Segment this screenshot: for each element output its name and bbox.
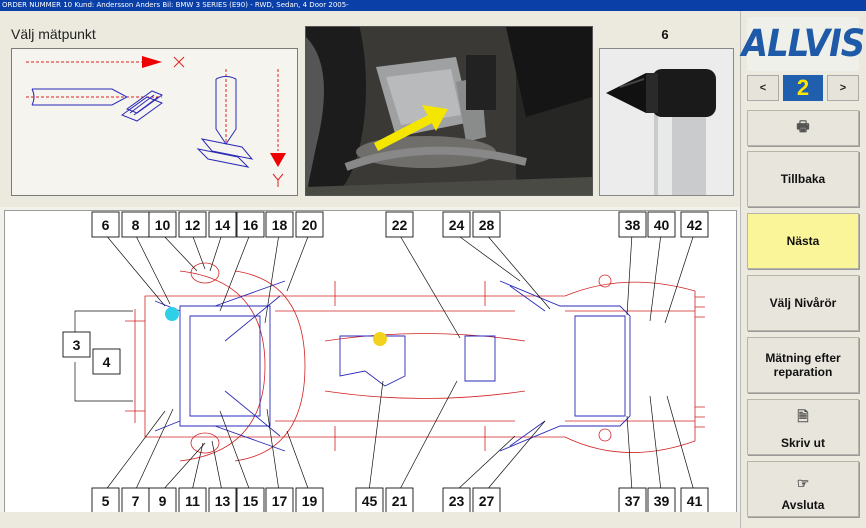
svg-text:22: 22 [392, 217, 408, 233]
svg-text:21: 21 [392, 493, 408, 509]
callout-label-bottom: 41 [680, 487, 709, 514]
svg-text:45: 45 [362, 493, 378, 509]
measurement-point-photo [305, 26, 593, 196]
svg-text:10: 10 [155, 217, 171, 233]
callout-label-bottom: 17 [265, 487, 294, 514]
svg-text:23: 23 [449, 493, 465, 509]
svg-text:38: 38 [625, 217, 641, 233]
callout-label-bottom: 23 [442, 487, 471, 514]
svg-text:4: 4 [103, 354, 111, 370]
top-label-group: 6 8 10 12 14 16 18 20 22 24 28 38 40 42 [91, 211, 709, 238]
callout-label-top: 8 [121, 211, 150, 238]
prev-page-button[interactable]: < [747, 75, 779, 101]
callout-label-bottom: 15 [236, 487, 265, 514]
callout-label-bottom: 27 [472, 487, 501, 514]
measurement-diagram: 6 8 10 12 14 16 18 20 22 24 28 38 40 42 5 7 9 11 13 15 17 19… [4, 210, 737, 514]
callout-label-bottom: 39 [647, 487, 676, 514]
svg-text:24: 24 [449, 217, 465, 233]
callout-label-top: 10 [148, 211, 177, 238]
svg-text:41: 41 [687, 493, 703, 509]
svg-text:7: 7 [132, 493, 140, 509]
svg-text:13: 13 [215, 493, 231, 509]
svg-text:12: 12 [185, 217, 201, 233]
select-levels-button[interactable]: Välj Nivårör [747, 275, 859, 331]
callout-label-top: 18 [265, 211, 294, 238]
callout-label-top: 12 [178, 211, 207, 238]
callout-label-top: 28 [472, 211, 501, 238]
measure-after-repair-button[interactable]: Mätning efter reparation [747, 337, 859, 393]
svg-text:14: 14 [215, 217, 231, 233]
tool-photo [599, 48, 734, 196]
tool-number: 6 [661, 27, 669, 42]
svg-text:16: 16 [243, 217, 259, 233]
hand-pointer-icon: ☞ [796, 475, 810, 491]
svg-text:8: 8 [132, 217, 140, 233]
callout-label-bottom: 13 [208, 487, 237, 514]
callout-label-top: 14 [208, 211, 237, 238]
printer-icon: 🖶 [796, 118, 810, 134]
callout-label-bottom: 5 [91, 487, 120, 514]
back-button[interactable]: Tillbaka [747, 151, 859, 207]
svg-text:39: 39 [654, 493, 670, 509]
callout-label-bottom: 19 [295, 487, 324, 514]
callout-label-top: 38 [618, 211, 647, 238]
callout-label-bottom: 9 [148, 487, 177, 514]
side-label-group: 34 [62, 331, 121, 375]
callout-label-bottom: 37 [618, 487, 647, 514]
svg-text:5: 5 [102, 493, 110, 509]
logo-text: ALLVIS [741, 22, 865, 66]
svg-text:18: 18 [272, 217, 288, 233]
callout-label-bottom: 45 [355, 487, 384, 514]
callout-label-bottom: 7 [121, 487, 150, 514]
svg-text:20: 20 [302, 217, 318, 233]
callout-label-top: 40 [647, 211, 676, 238]
callout-label-bottom: 11 [178, 487, 207, 514]
bottom-label-group: 5 7 9 11 13 15 17 19 45 21 23 27 37 39 41 [91, 487, 709, 514]
allvis-logo: ALLVIS [742, 17, 865, 71]
callout-label-top: 6 [91, 211, 120, 238]
callout-label-bottom: 21 [385, 487, 414, 514]
instruction-title: Välj mätpunkt [11, 26, 96, 42]
bottom-strip [0, 512, 740, 528]
svg-text:3: 3 [73, 337, 81, 353]
callout-label-top: 22 [385, 211, 414, 238]
svg-text:15: 15 [243, 493, 259, 509]
document-icon: 🗎 [797, 408, 809, 424]
order-header: ORDER NUMMER 10 Kund: Andersson Anders B… [0, 0, 866, 11]
svg-text:28: 28 [479, 217, 495, 233]
svg-text:9: 9 [159, 493, 167, 509]
svg-text:11: 11 [185, 493, 200, 509]
quit-button-label: Avsluta [781, 498, 825, 512]
callout-label-top: 16 [236, 211, 265, 238]
svg-text:40: 40 [654, 217, 670, 233]
sidebar: ALLVIS < 2 > 🖶 Tillbaka Nästa Välj Nivår… [740, 11, 866, 528]
callout-label-side: 4 [92, 348, 121, 375]
svg-text:42: 42 [687, 217, 703, 233]
print-button-label: Skriv ut [780, 436, 825, 450]
svg-text:37: 37 [625, 493, 641, 509]
svg-text:17: 17 [272, 493, 288, 509]
instruction-illustration [11, 48, 298, 196]
svg-text:19: 19 [302, 493, 318, 509]
next-page-button[interactable]: > [827, 75, 859, 101]
next-button[interactable]: Nästa [747, 213, 859, 269]
callout-label-side: 3 [62, 331, 91, 358]
callout-label-top: 24 [442, 211, 471, 238]
page-navigator: < 2 > [747, 75, 859, 101]
quit-button[interactable]: ☞ Avsluta [747, 461, 859, 517]
svg-text:6: 6 [102, 217, 110, 233]
callout-label-top: 42 [680, 211, 709, 238]
page-number: 2 [783, 75, 823, 101]
print-icon-button[interactable]: 🖶 [747, 110, 859, 146]
callout-label-top: 20 [295, 211, 324, 238]
svg-text:27: 27 [479, 493, 495, 509]
print-button[interactable]: 🗎 Skriv ut [747, 399, 859, 455]
